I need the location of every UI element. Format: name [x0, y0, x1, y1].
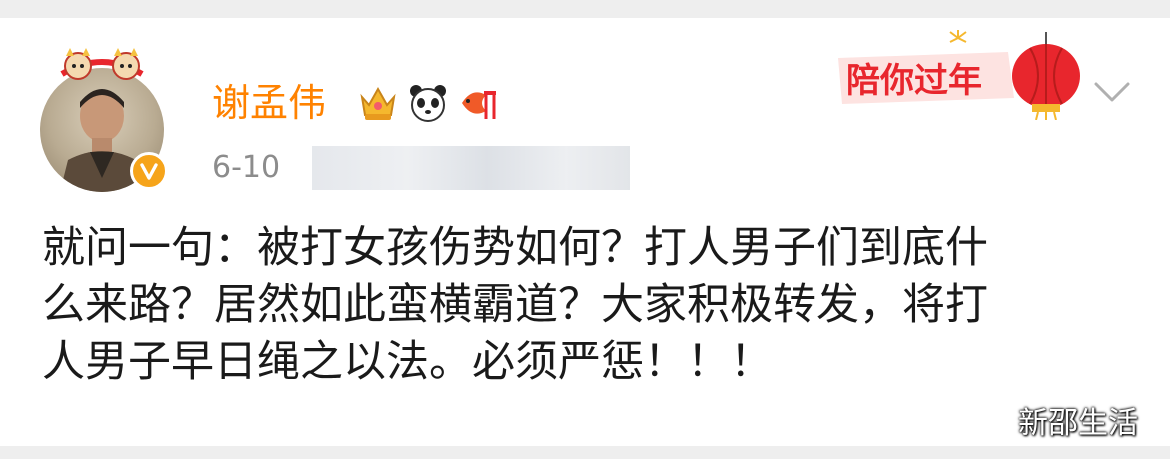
firework-icon: [949, 30, 967, 43]
crown-badge-icon[interactable]: [356, 81, 400, 125]
author-badges: [356, 80, 500, 126]
post-text-line: 人男子早日绳之以法。必须严惩！！！: [42, 337, 773, 387]
post-body: 就问一句：被打女孩伤势如何？打人男子们到底什 么来路？居然如此蛮横霸道？大家积极转…: [42, 220, 1132, 391]
watermark: 新邵生活: [1018, 406, 1138, 441]
new-year-campaign-banner[interactable]: 陪你过年: [838, 28, 1088, 120]
koi-fish-badge-icon[interactable]: [456, 81, 500, 125]
post-date: 6-10: [212, 150, 281, 185]
author-name[interactable]: 谢孟伟: [212, 78, 326, 128]
post-text-line: 就问一句：被打女孩伤势如何？打人男子们到底什: [42, 223, 988, 273]
blurred-source-info: [312, 146, 630, 190]
verified-v-icon: [130, 152, 168, 190]
lantern-icon: [1012, 32, 1080, 120]
panda-badge-icon[interactable]: [406, 81, 450, 125]
ox-mascot-decoration-icon: [60, 48, 144, 80]
banner-text: 陪你过年: [846, 61, 982, 101]
bottom-divider: [0, 446, 1170, 459]
post-text-line: 么来路？居然如此蛮横霸道？大家积极转发，将打: [42, 280, 988, 330]
chevron-down-icon[interactable]: [1090, 70, 1134, 114]
top-divider: [0, 0, 1170, 18]
